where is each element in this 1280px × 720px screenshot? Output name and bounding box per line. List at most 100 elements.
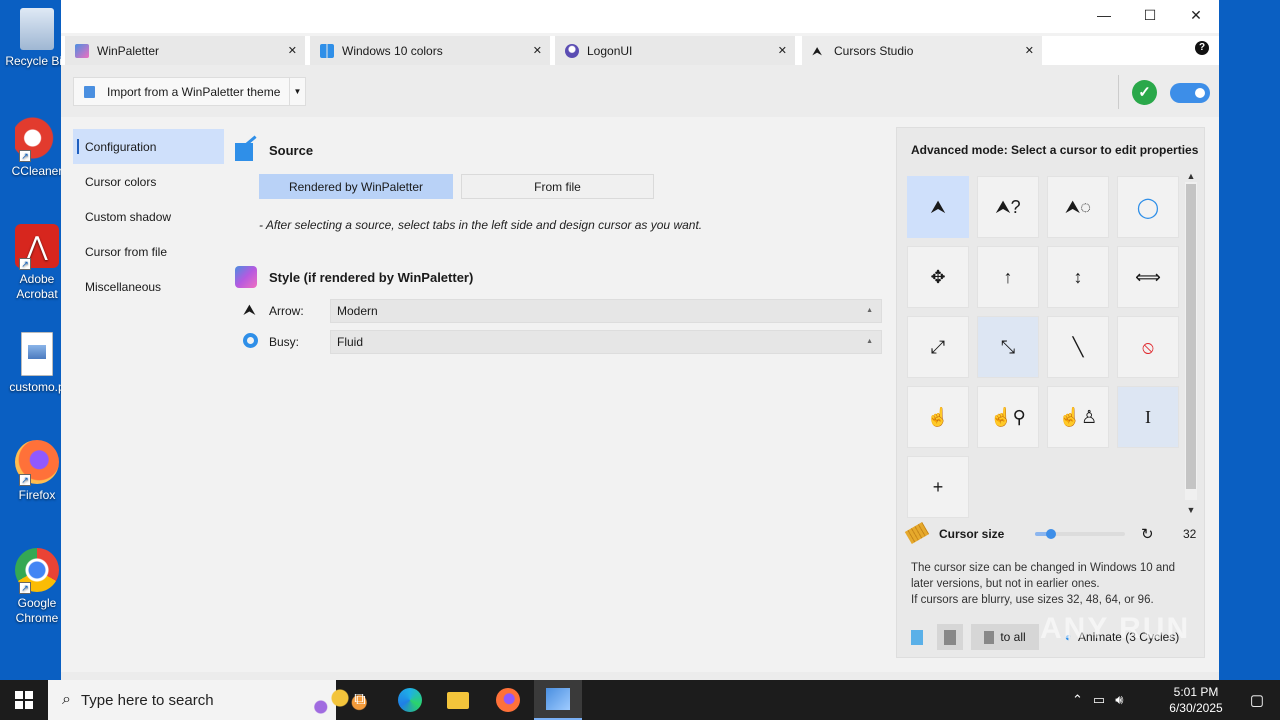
folder-icon bbox=[447, 691, 469, 709]
sidebar-item-cursor-from-file[interactable]: Cursor from file bbox=[73, 234, 224, 269]
title-bar: — ☐ ✕ bbox=[61, 0, 1219, 33]
copy-button[interactable] bbox=[907, 624, 927, 650]
minimize-button[interactable]: — bbox=[1081, 0, 1127, 30]
sidebar-item-cursor-colors[interactable]: Cursor colors bbox=[73, 164, 224, 199]
tab-windows-10-colors[interactable]: Windows 10 colors ✕ bbox=[310, 36, 550, 65]
source-rendered-button[interactable]: Rendered by WinPaletter bbox=[259, 174, 453, 199]
help-icon[interactable]: ? bbox=[1195, 41, 1209, 55]
cursor-cell-busy[interactable]: ◯ bbox=[1117, 176, 1179, 238]
paste-button[interactable] bbox=[937, 624, 963, 650]
source-icon bbox=[235, 135, 257, 161]
task-view-button[interactable]: ⧉ bbox=[336, 680, 384, 720]
palette-icon bbox=[235, 266, 257, 288]
sidebar-item-label: Cursor colors bbox=[85, 174, 157, 189]
cursor-cell-unavailable[interactable]: ⦸ bbox=[1117, 316, 1179, 378]
tab-label: Cursors Studio bbox=[834, 43, 914, 58]
cursor-size-slider[interactable] bbox=[1035, 529, 1125, 539]
cursor-cell-arrow[interactable]: ⮝ bbox=[907, 176, 969, 238]
windows-logo-icon bbox=[320, 43, 334, 58]
cursor-size-row: Cursor size ↻ 32 bbox=[904, 521, 1197, 546]
tab-label: LogonUI bbox=[587, 43, 633, 58]
close-icon[interactable]: ✕ bbox=[288, 44, 297, 57]
chrome-icon: ↗ bbox=[15, 548, 59, 594]
cursor-cell-cross[interactable]: + bbox=[907, 456, 969, 518]
close-icon[interactable]: ✕ bbox=[1025, 44, 1034, 57]
import-theme-button[interactable]: Import from a WinPaletter theme ▼ bbox=[73, 77, 306, 106]
arrow-label: Arrow: bbox=[269, 304, 304, 318]
cursor-size-label: Cursor size bbox=[939, 527, 1005, 541]
cursor-cell-link[interactable]: ☝ bbox=[907, 386, 969, 448]
sidebar-item-label: Configuration bbox=[85, 139, 157, 154]
cursor-cell-pen[interactable]: ╲ bbox=[1047, 316, 1109, 378]
notification-button[interactable]: ▢ bbox=[1234, 680, 1280, 720]
close-icon[interactable]: ✕ bbox=[533, 44, 542, 57]
taskbar-firefox[interactable] bbox=[484, 680, 532, 720]
maximize-button[interactable]: ☐ bbox=[1127, 0, 1173, 30]
app-loading-cursor-icon: ⮝◌ bbox=[1065, 196, 1091, 217]
windows-logo-icon bbox=[15, 691, 33, 709]
busy-cursor-icon bbox=[243, 333, 258, 348]
busy-style-select[interactable]: Fluid ▲ bbox=[330, 330, 882, 354]
start-button[interactable] bbox=[0, 680, 48, 720]
cursor-grid: ⮝ ⮝? ⮝◌ ◯ ✥ ↑ ↕ ⟺ ⤢ ⤡ ╲ ⦸ ☝ ☝⚲ ☝♙ I + bbox=[907, 176, 1184, 518]
close-icon[interactable]: ✕ bbox=[778, 44, 787, 57]
dropdown-caret-icon[interactable]: ▼ bbox=[289, 78, 305, 105]
ew-resize-cursor-icon: ⟺ bbox=[1135, 266, 1161, 287]
slider-thumb[interactable] bbox=[1046, 529, 1057, 539]
cursor-cell-ibeam[interactable]: I bbox=[1117, 386, 1179, 448]
acrobat-icon: ⋀ ↗ bbox=[15, 224, 59, 270]
volume-icon[interactable]: 🔊︎ bbox=[1115, 692, 1123, 708]
cursor-cell-help[interactable]: ⮝? bbox=[977, 176, 1039, 238]
reset-icon[interactable]: ↻ bbox=[1141, 525, 1154, 543]
cursor-cell-location-select[interactable]: ☝⚲ bbox=[977, 386, 1039, 448]
checkmark-icon[interactable]: ✓ bbox=[1132, 80, 1157, 105]
chevron-up-icon[interactable]: ⌃ bbox=[1072, 692, 1083, 708]
cursor-cell-move[interactable]: ✥ bbox=[907, 246, 969, 308]
cursor-cell-ns-resize[interactable]: ↕ bbox=[1047, 246, 1109, 308]
enable-toggle[interactable] bbox=[1170, 83, 1210, 103]
cursor-cell-up-arrow[interactable]: ↑ bbox=[977, 246, 1039, 308]
notification-icon: ▢ bbox=[1249, 692, 1265, 709]
tab-label: WinPaletter bbox=[97, 43, 160, 58]
move-cursor-icon: ✥ bbox=[930, 266, 946, 287]
tab-winpaletter[interactable]: WinPaletter ✕ bbox=[65, 36, 305, 65]
nesw-resize-cursor-icon: ⤢ bbox=[930, 336, 946, 357]
hint-line: If cursors are blurry, use sizes 32, 48,… bbox=[911, 594, 1154, 606]
close-window-button[interactable]: ✕ bbox=[1173, 0, 1219, 30]
taskbar-winpaletter[interactable] bbox=[534, 680, 582, 720]
apply-to-all-button[interactable]: to all bbox=[971, 624, 1039, 650]
cursor-grid-scrollbar[interactable]: ▲ ▼ bbox=[1185, 170, 1197, 516]
sidebar-item-configuration[interactable]: Configuration bbox=[73, 129, 224, 164]
scroll-up-icon[interactable]: ▲ bbox=[1185, 170, 1197, 182]
ns-resize-cursor-icon: ↕ bbox=[1073, 266, 1083, 287]
cursor-cell-person-select[interactable]: ☝♙ bbox=[1047, 386, 1109, 448]
cursor-size-hint: The cursor size can be changed in Window… bbox=[911, 560, 1195, 608]
toolbar-divider bbox=[1118, 75, 1119, 109]
sidebar-item-label: Miscellaneous bbox=[85, 279, 162, 294]
source-option-label: Rendered by WinPaletter bbox=[288, 179, 424, 194]
taskbar-clock[interactable]: 5:01 PM 6/30/2025 bbox=[1160, 684, 1232, 716]
scroll-thumb[interactable] bbox=[1186, 184, 1196, 489]
arrow-style-select[interactable]: Modern ▲ bbox=[330, 299, 882, 323]
cross-cursor-icon: + bbox=[932, 476, 944, 497]
cursor-size-value: 32 bbox=[1183, 527, 1197, 541]
sidebar-item-miscellaneous[interactable]: Miscellaneous bbox=[73, 269, 224, 304]
cursor-cell-ew-resize[interactable]: ⟺ bbox=[1117, 246, 1179, 308]
tab-cursors-studio[interactable]: ⮝ Cursors Studio ✕ bbox=[802, 36, 1042, 65]
cursor-cell-nesw-resize[interactable]: ⤢ bbox=[907, 316, 969, 378]
dropdown-caret-icon: ▲ bbox=[866, 307, 873, 314]
scroll-down-icon[interactable]: ▼ bbox=[1185, 504, 1197, 516]
source-from-file-button[interactable]: From file bbox=[461, 174, 654, 199]
cursor-cell-app-loading[interactable]: ⮝◌ bbox=[1047, 176, 1109, 238]
taskbar-file-explorer[interactable] bbox=[434, 680, 482, 720]
taskbar-edge[interactable] bbox=[386, 680, 434, 720]
tab-logonui[interactable]: LogonUI ✕ bbox=[555, 36, 795, 65]
ibeam-cursor-icon: I bbox=[1145, 406, 1151, 427]
taskbar-search[interactable]: ⌕ Type here to search bbox=[48, 680, 372, 720]
cursor-cell-nwse-resize[interactable]: ⤡ bbox=[977, 316, 1039, 378]
sidebar-item-custom-shadow[interactable]: Custom shadow bbox=[73, 199, 224, 234]
network-icon[interactable]: ▭ bbox=[1093, 692, 1105, 708]
ruler-icon bbox=[904, 521, 930, 545]
toggle-knob bbox=[1195, 88, 1205, 98]
image-file-icon bbox=[21, 332, 53, 376]
